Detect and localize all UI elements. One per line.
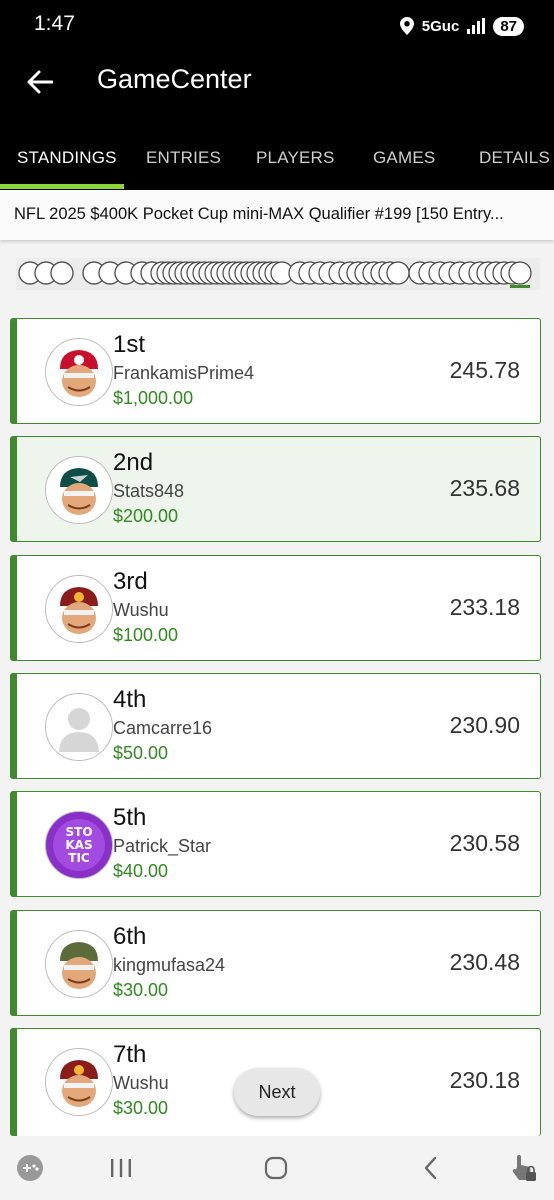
entries-progress-strip[interactable] [16,258,540,290]
game-controller-icon[interactable] [10,1148,50,1188]
back-arrow-icon [27,70,53,94]
rank-label: 7th [113,1041,147,1068]
helmet-burgundy-icon [45,575,113,643]
recent-apps-icon[interactable] [101,1148,141,1188]
helmet-green-icon [45,456,113,524]
status-icons: 5Guc 87 [399,14,524,38]
page-title: GameCenter [97,64,252,94]
signal-icon [467,18,486,34]
location-icon [399,17,414,35]
username: Camcarre16 [113,718,213,738]
stokastic-logo-icon: STO KAS TIC [45,811,113,879]
score-value: 230.58 [449,830,520,856]
standing-card-4[interactable]: 4th Camcarre16 $50.00 230.90 [10,673,541,779]
prize-amount: $30.00 [113,1098,169,1118]
back-nav-icon[interactable] [411,1148,451,1188]
score-value: 230.18 [449,1067,520,1093]
prize-amount: $50.00 [113,743,169,763]
network-label: 5Guc [421,17,460,35]
svg-text:TIC: TIC [68,851,90,865]
battery-indicator: 87 [493,16,524,36]
prize-amount: $30.00 [113,980,169,1000]
username: Stats848 [113,481,185,501]
tab-standings[interactable]: STANDINGS [17,148,117,168]
standing-card-5[interactable]: STO KAS TIC 5th Patrick_Star $40.00 230.58 [10,791,541,897]
prize-amount: $100.00 [113,625,179,645]
tab-games[interactable]: GAMES [373,148,435,168]
prize-amount: $1,000.00 [113,388,194,408]
helmet-army-icon [45,930,113,998]
touch-lock-icon[interactable] [503,1148,543,1188]
back-button[interactable] [22,62,58,102]
svg-text:STO: STO [65,825,92,839]
rank-label: 2nd [113,449,154,476]
default-user-icon [45,693,113,761]
active-tab-indicator [0,184,124,189]
helmet-red-icon [45,338,113,406]
score-value: 235.68 [449,475,520,501]
svg-text:KAS: KAS [65,838,92,852]
standing-card-6[interactable]: 6th kingmufasa24 $30.00 230.48 [10,910,541,1016]
username: Wushu [113,600,169,620]
standing-card-1[interactable]: 1st FrankamisPrime4 $1,000.00 245.78 [10,318,541,424]
score-value: 230.48 [449,949,520,975]
rank-label: 4th [113,686,147,713]
prize-amount: $40.00 [113,861,169,881]
rank-label: 6th [113,923,147,950]
username: kingmufasa24 [113,955,226,975]
username: Wushu [113,1073,169,1093]
entry-circles [18,261,532,288]
username: Patrick_Star [113,836,212,856]
home-icon[interactable] [256,1148,296,1188]
next-button[interactable]: Next [234,1068,320,1116]
tab-entries[interactable]: ENTRIES [146,148,221,168]
prize-amount: $200.00 [113,506,179,526]
rank-label: 1st [113,331,146,358]
contest-title: NFL 2025 $400K Pocket Cup mini-MAX Quali… [14,205,504,223]
score-value: 233.18 [449,594,520,620]
score-value: 230.90 [449,712,520,738]
standing-card-3[interactable]: 3rd Wushu $100.00 233.18 [10,555,541,661]
tab-players[interactable]: PLAYERS [256,148,335,168]
rank-label: 5th [113,804,147,831]
status-time: 1:47 [34,12,75,35]
username: FrankamisPrime4 [113,363,255,383]
tab-details[interactable]: DETAILS [479,148,550,168]
standing-card-2[interactable]: 2nd Stats848 $200.00 235.68 [10,436,541,542]
score-value: 245.78 [449,357,520,383]
rank-label: 3rd [113,568,148,595]
helmet-burgundy-icon [45,1048,113,1116]
